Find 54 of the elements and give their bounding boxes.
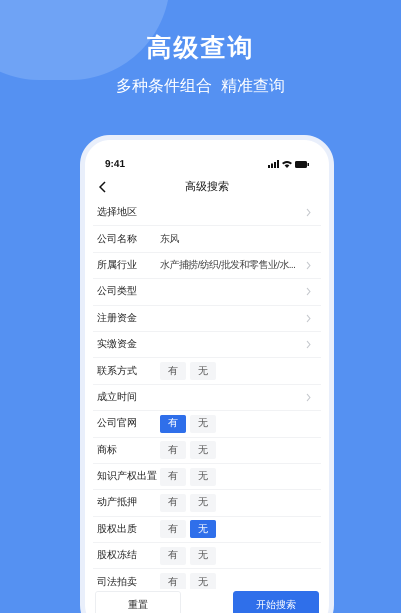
chevron-icon — [306, 208, 311, 218]
chevron-icon — [306, 392, 311, 402]
filter-label: 知识产权出置 — [97, 470, 158, 484]
page-title: 高级搜索 — [185, 180, 229, 195]
filter-label: 公司类型 — [97, 284, 138, 300]
option-chip[interactable]: 无 — [190, 494, 216, 512]
filter-label: 商标 — [97, 444, 118, 458]
filter-label: 公司名称 — [97, 232, 138, 247]
signal-icon — [268, 160, 279, 168]
option-chip[interactable]: 无 — [190, 414, 216, 433]
banner-subtitle: 多种条件组合 精准查询 — [116, 76, 285, 97]
filter-label: 注册资金 — [97, 312, 138, 326]
status-time: 9:41 — [105, 158, 126, 172]
option-chip[interactable]: 无 — [190, 362, 216, 380]
filter-label: 联系方式 — [97, 364, 138, 379]
option-chip[interactable]: 有 — [160, 520, 186, 538]
filter-label: 司法拍卖 — [97, 576, 138, 590]
filter-value: 东风 — [160, 232, 179, 247]
wifi-icon — [282, 160, 292, 168]
search-button[interactable]: 开始搜索 — [233, 591, 319, 613]
option-chip[interactable]: 有 — [160, 362, 186, 380]
option-chip[interactable]: 有 — [160, 414, 186, 433]
option-chip[interactable]: 无 — [190, 468, 216, 486]
option-chip[interactable]: 有 — [160, 546, 186, 565]
option-chip[interactable]: 无 — [190, 441, 216, 460]
filter-row[interactable]: 公司类型 — [93, 279, 321, 306]
chevron-icon — [306, 314, 311, 323]
option-chip[interactable]: 无 — [190, 520, 216, 538]
filter-label: 所属行业 — [97, 258, 138, 273]
chevron-icon — [306, 287, 311, 296]
filter-row[interactable]: 注册资金 — [93, 306, 321, 332]
option-chip[interactable]: 有 — [160, 441, 186, 460]
filter-label: 选择地区 — [97, 206, 138, 220]
battery-icon — [295, 160, 309, 168]
option-chip[interactable]: 有 — [160, 468, 186, 486]
reset-button[interactable]: 重置 — [95, 591, 181, 613]
back-icon[interactable] — [99, 181, 106, 193]
banner-title: 高级查询 — [146, 33, 254, 64]
filter-label: 动产抵押 — [97, 496, 138, 510]
filter-row[interactable]: 公司名称 东风 — [93, 226, 321, 253]
option-chip[interactable]: 有 — [160, 494, 186, 512]
filter-label: 公司官网 — [97, 416, 138, 432]
filter-row[interactable]: 实缴资金 — [93, 332, 321, 358]
filter-row[interactable]: 成立时间 — [93, 384, 321, 412]
option-chip[interactable]: 无 — [190, 546, 216, 565]
chevron-icon — [306, 260, 311, 270]
filter-label: 成立时间 — [97, 390, 138, 405]
filter-row[interactable]: 选择地区 — [93, 200, 321, 226]
filter-label: 股权冻结 — [97, 548, 138, 564]
filter-row[interactable]: 所属行业 水产捕捞/纺织/批发和零售业/水... — [93, 252, 321, 280]
filter-label: 实缴资金 — [97, 338, 138, 352]
filter-value: 水产捕捞/纺织/批发和零售业/水... — [160, 258, 296, 273]
chevron-icon — [306, 340, 311, 350]
filter-label: 股权出质 — [97, 522, 138, 537]
